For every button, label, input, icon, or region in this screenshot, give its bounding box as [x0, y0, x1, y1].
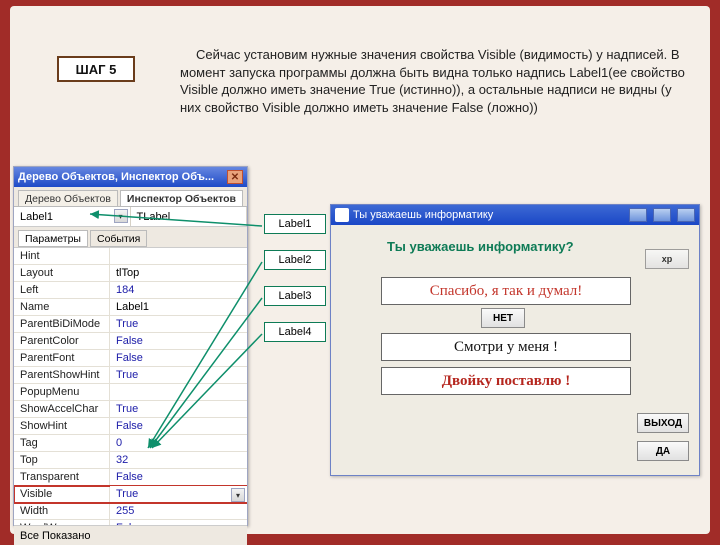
property-value[interactable]: True: [110, 316, 247, 332]
label2-output: Смотри у меня !: [381, 333, 631, 361]
property-value[interactable]: Label1: [110, 299, 247, 315]
object-selector[interactable]: Label1 ▾ TLabel: [14, 207, 247, 227]
property-name: Tag: [14, 435, 110, 451]
property-row[interactable]: Tag0: [14, 435, 247, 452]
minimize-icon[interactable]: [629, 208, 647, 222]
property-row[interactable]: Hint: [14, 248, 247, 265]
property-row[interactable]: ShowHintFalse: [14, 418, 247, 435]
property-name: Width: [14, 503, 110, 519]
property-value[interactable]: False: [110, 333, 247, 349]
property-name: Hint: [14, 248, 110, 264]
property-name: ParentFont: [14, 350, 110, 366]
inspector-titlebar[interactable]: Дерево Объектов, Инспектор Объ... ✕: [14, 167, 247, 187]
inspector-top-tabs: Дерево Объектов Инспектор Объектов: [14, 187, 247, 207]
property-row[interactable]: ParentFontFalse: [14, 350, 247, 367]
label1-output: Спасибо, я так и думал!: [381, 277, 631, 305]
property-row[interactable]: ParentColorFalse: [14, 333, 247, 350]
property-value[interactable]: True▾: [110, 486, 247, 502]
property-name: WordWrap: [14, 520, 110, 525]
property-name: ParentShowHint: [14, 367, 110, 383]
property-row[interactable]: VisibleTrue▾: [14, 486, 247, 503]
question-label: Ты уважаешь информатику?: [387, 239, 574, 254]
property-name: Left: [14, 282, 110, 298]
maximize-icon[interactable]: [653, 208, 671, 222]
intro-text: Сейчас установим нужные значения свойств…: [180, 46, 690, 116]
property-row[interactable]: ParentBiDiModeTrue: [14, 316, 247, 333]
property-grid[interactable]: HintLayouttlTopLeft184NameLabel1ParentBi…: [14, 247, 247, 525]
property-name: ShowHint: [14, 418, 110, 434]
property-value[interactable]: True: [110, 401, 247, 417]
property-value[interactable]: tlTop: [110, 265, 247, 281]
property-name: Visible: [14, 486, 110, 502]
form-body: Ты уважаешь информатику? xp Спасибо, я т…: [331, 225, 699, 477]
property-name: Layout: [14, 265, 110, 281]
property-value[interactable]: 32: [110, 452, 247, 468]
inspector-status: Все Показано: [14, 525, 247, 545]
app-form-window: Ты уважаешь информатику Ты уважаешь инфо…: [330, 204, 700, 476]
property-value[interactable]: False: [110, 520, 247, 525]
property-value[interactable]: False: [110, 469, 247, 485]
property-row[interactable]: WordWrapFalse: [14, 520, 247, 525]
property-name: PopupMenu: [14, 384, 110, 400]
selector-name: Label1: [20, 211, 53, 223]
close-icon[interactable]: ✕: [227, 170, 243, 184]
property-name: Transparent: [14, 469, 110, 485]
selector-type: TLabel: [137, 211, 171, 223]
property-row[interactable]: PopupMenu: [14, 384, 247, 401]
property-value[interactable]: True: [110, 367, 247, 383]
property-row[interactable]: ParentShowHintTrue: [14, 367, 247, 384]
property-value[interactable]: [110, 248, 247, 264]
app-icon: [335, 208, 349, 222]
property-value[interactable]: 184: [110, 282, 247, 298]
property-row[interactable]: Top32: [14, 452, 247, 469]
chevron-down-icon[interactable]: ▾: [114, 209, 128, 223]
property-row[interactable]: ShowAccelCharTrue: [14, 401, 247, 418]
chevron-down-icon[interactable]: ▾: [231, 488, 245, 502]
exit-button[interactable]: ВЫХОД: [637, 413, 689, 433]
main-panel: ШАГ 5 Сейчас установим нужные значения с…: [10, 6, 710, 534]
tab-object-tree[interactable]: Дерево Объектов: [18, 190, 118, 206]
property-name: Top: [14, 452, 110, 468]
property-value[interactable]: False: [110, 350, 247, 366]
marker-label4: Label4: [264, 322, 326, 342]
property-row[interactable]: Left184: [14, 282, 247, 299]
property-value[interactable]: False: [110, 418, 247, 434]
property-value[interactable]: 0: [110, 435, 247, 451]
property-name: ParentBiDiMode: [14, 316, 110, 332]
tab-events[interactable]: События: [90, 230, 147, 247]
form-title-text: Ты уважаешь информатику: [353, 209, 493, 221]
property-name: Name: [14, 299, 110, 315]
label3-output: Двойку поставлю !: [381, 367, 631, 395]
marker-label3: Label3: [264, 286, 326, 306]
tab-params[interactable]: Параметры: [18, 230, 88, 247]
property-row[interactable]: TransparentFalse: [14, 469, 247, 486]
close-icon[interactable]: [677, 208, 695, 222]
inspector-title: Дерево Объектов, Инспектор Объ...: [18, 171, 227, 183]
marker-label2: Label2: [264, 250, 326, 270]
inspector-sub-tabs: Параметры События: [14, 227, 247, 247]
property-row[interactable]: Width255: [14, 503, 247, 520]
yes-button[interactable]: ДА: [637, 441, 689, 461]
property-name: ShowAccelChar: [14, 401, 110, 417]
property-row[interactable]: NameLabel1: [14, 299, 247, 316]
xp-button[interactable]: xp: [645, 249, 689, 269]
form-titlebar[interactable]: Ты уважаешь информатику: [331, 205, 699, 225]
property-value[interactable]: 255: [110, 503, 247, 519]
step-badge: ШАГ 5: [57, 56, 135, 82]
tab-object-inspector[interactable]: Инспектор Объектов: [120, 190, 243, 206]
object-inspector-window: Дерево Объектов, Инспектор Объ... ✕ Дере…: [13, 166, 248, 526]
no-button[interactable]: НЕТ: [481, 308, 525, 328]
property-value[interactable]: [110, 384, 247, 400]
property-name: ParentColor: [14, 333, 110, 349]
property-row[interactable]: LayouttlTop: [14, 265, 247, 282]
marker-label1: Label1: [264, 214, 326, 234]
